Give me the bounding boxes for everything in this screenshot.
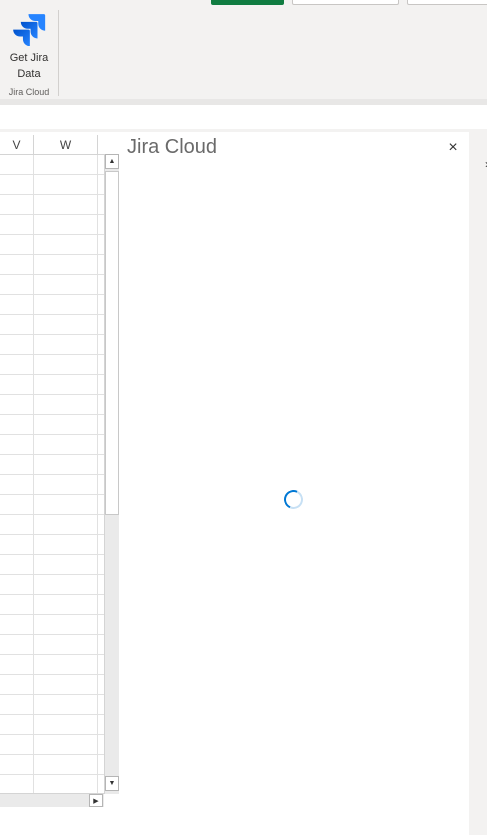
vertical-scroll-thumb[interactable] bbox=[105, 171, 119, 515]
horizontal-scrollbar[interactable]: ▶ bbox=[0, 793, 104, 807]
column-headers: V W bbox=[0, 135, 105, 155]
scroll-up-arrow-icon[interactable]: ▲ bbox=[105, 154, 119, 169]
top-green-button[interactable] bbox=[211, 0, 284, 5]
ribbon-group-separator bbox=[58, 10, 59, 96]
ribbon-group-label: Jira Cloud bbox=[8, 87, 50, 97]
get-jira-data-button[interactable]: Get Jira Data bbox=[4, 8, 54, 82]
get-jira-data-label: Get Jira Data bbox=[10, 50, 49, 82]
pane-title: Jira Cloud bbox=[127, 136, 218, 158]
jira-logo-icon bbox=[13, 14, 46, 46]
close-icon[interactable]: × bbox=[443, 138, 463, 158]
cell-grid[interactable] bbox=[0, 155, 104, 793]
jira-cloud-task-pane: Jira Cloud × bbox=[119, 132, 469, 835]
column-header-w[interactable]: W bbox=[34, 135, 98, 155]
app-window: Get Jira Data Jira Cloud V W ▲ ▼ ▶ Jira … bbox=[0, 0, 487, 835]
column-header-v[interactable]: V bbox=[0, 135, 34, 155]
get-jira-label-line2: Data bbox=[17, 68, 41, 80]
formula-bar-area bbox=[0, 105, 487, 129]
sheet-footer bbox=[0, 807, 119, 835]
scroll-right-arrow-icon[interactable]: ▶ bbox=[89, 794, 103, 807]
top-button-1[interactable] bbox=[292, 0, 399, 5]
scroll-down-arrow-icon[interactable]: ▼ bbox=[105, 776, 119, 791]
pane-edge-strip: › bbox=[469, 132, 487, 835]
loading-spinner-icon bbox=[281, 487, 306, 512]
vertical-scrollbar[interactable]: ▲ ▼ bbox=[104, 154, 119, 794]
get-jira-label-line1: Get Jira bbox=[9, 52, 49, 64]
ribbon: Get Jira Data Jira Cloud bbox=[0, 0, 487, 100]
spreadsheet: V W ▲ ▼ ▶ bbox=[0, 132, 119, 835]
top-button-2[interactable] bbox=[407, 0, 487, 5]
